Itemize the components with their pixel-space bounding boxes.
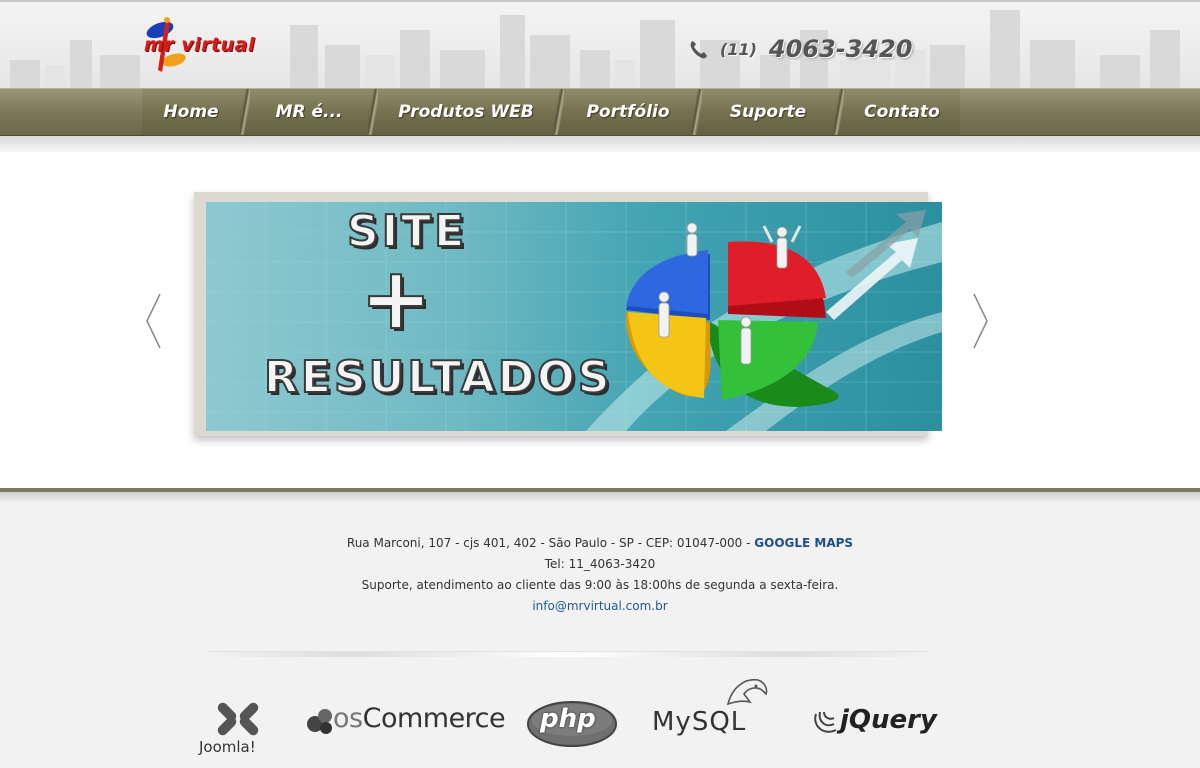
main-navigation: Home MR é... Produtos WEB Portfólio Supo… (0, 88, 1200, 136)
phone-contact: (11) 4063-3420 (688, 32, 912, 66)
footer-contact-info: Rua Marconi, 107 - cjs 401, 402 - São Pa… (0, 533, 1200, 617)
nav-item-portfolio[interactable]: Portfólio (564, 89, 692, 135)
footer-divider (208, 651, 928, 657)
banner-title-plus: + (359, 249, 436, 349)
nav-separator (240, 89, 250, 135)
jquery-swirl-icon[interactable] (812, 708, 840, 738)
mr-virtual-logo[interactable]: mr virtual (140, 14, 270, 76)
oscommerce-os: os (333, 703, 363, 734)
header: mr virtual (11) 4063-3420 (0, 0, 1200, 88)
oscommerce-logo-icon[interactable] (306, 706, 334, 736)
jquery-label[interactable]: jQuery (840, 705, 937, 735)
footer-address-line: Rua Marconi, 107 - cjs 401, 402 - São Pa… (0, 533, 1200, 554)
nav-separator (834, 89, 844, 135)
joomla-logo-icon[interactable] (216, 697, 260, 739)
mysql-label[interactable]: MySQL (652, 707, 746, 737)
nav-item-home[interactable]: Home (142, 89, 240, 135)
google-maps-link[interactable]: GOOGLE MAPS (754, 536, 853, 550)
joomla-label[interactable]: Joomla! (199, 738, 256, 756)
content-bottom-shadow (0, 492, 1200, 502)
phone-number: 4063-3420 (768, 35, 913, 63)
nav-item-mr[interactable]: MR é... (250, 89, 368, 135)
footer-support-hours: Suporte, atendimento ao cliente das 9:00… (361, 578, 839, 592)
footer-tel: Tel: 11_4063-3420 (544, 557, 656, 571)
nav-separator (368, 89, 378, 135)
banner-title-resultados: RESULTADOS (263, 351, 613, 404)
nav-item-contato[interactable]: Contato (844, 89, 960, 135)
phone-area-code: (11) (720, 39, 757, 59)
nav-item-produtos-web[interactable]: Produtos WEB (378, 89, 554, 135)
oscommerce-label[interactable]: osCommerce (333, 703, 506, 734)
footer-email-link[interactable]: info@mrvirtual.com.br (532, 599, 667, 613)
nav-separator (692, 89, 702, 135)
slider-next-arrow-icon[interactable] (970, 292, 990, 350)
oscommerce-commerce: Commerce (362, 703, 506, 734)
php-label[interactable]: php (540, 704, 596, 734)
nav-item-suporte[interactable]: Suporte (702, 89, 834, 135)
slider-prev-arrow-icon[interactable] (144, 292, 164, 350)
slider-banner[interactable]: SITE + RESULTADOS (206, 202, 942, 431)
mysql-dolphin-icon[interactable] (722, 674, 772, 710)
phone-icon (690, 41, 707, 59)
nav-separator (554, 89, 564, 135)
nav-menu: Home MR é... Produtos WEB Portfólio Supo… (142, 89, 960, 135)
nav-shadow (0, 136, 1200, 152)
footer-address: Rua Marconi, 107 - cjs 401, 402 - São Pa… (346, 536, 755, 550)
logo-text: mr virtual (144, 34, 255, 56)
